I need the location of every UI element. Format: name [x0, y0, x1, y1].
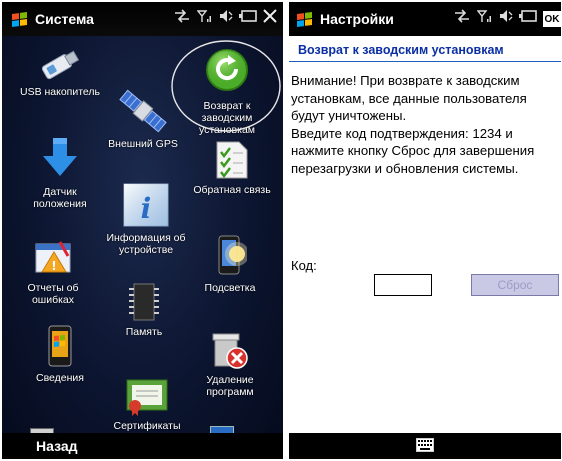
memory-chip-icon	[129, 283, 159, 321]
connectivity-icon[interactable]	[173, 9, 191, 23]
left-softkey-bar: Назад	[2, 433, 283, 459]
usb-drive-icon	[41, 50, 80, 80]
app-certificates[interactable]: Сертификаты	[102, 376, 192, 432]
about-phone-icon	[48, 325, 72, 367]
factory-reset-screen: Настройки OK Возврат к заводским установ…	[289, 2, 561, 459]
arrow-down-icon	[43, 138, 77, 176]
app-remove-programs[interactable]: Удаление программ	[190, 330, 270, 398]
checklist-icon	[216, 141, 248, 179]
ok-button[interactable]: OK	[543, 11, 561, 27]
satellite-icon	[119, 89, 167, 133]
page-header: Возврат к заводским установкам	[289, 38, 561, 62]
app-label: Информация об устройстве	[106, 232, 186, 256]
app-label: Сведения	[36, 372, 84, 384]
app-backlight[interactable]: Подсветка	[192, 234, 268, 294]
app-about[interactable]: Сведения	[22, 324, 98, 384]
app-label: Отчеты об ошибках	[27, 282, 79, 306]
svg-text:!: !	[51, 259, 56, 273]
remove-programs-icon	[212, 333, 248, 369]
info-icon: i	[123, 183, 169, 227]
app-orientation-sensor[interactable]: Датчик положения	[12, 136, 108, 210]
app-usb-storage[interactable]: USB накопитель	[12, 46, 108, 98]
app-label: Память	[125, 326, 163, 338]
app-label: Сертификаты	[113, 420, 181, 432]
volume-icon[interactable]	[499, 9, 513, 23]
right-window-title: Настройки	[320, 11, 394, 27]
windows-start-icon[interactable]	[297, 11, 312, 27]
right-softkey-bar	[289, 433, 561, 459]
warning-text: Внимание! При возврате к заводским устан…	[291, 73, 535, 176]
volume-icon[interactable]	[219, 9, 233, 23]
back-softkey[interactable]: Назад	[36, 438, 78, 454]
signal-strength-icon[interactable]	[197, 9, 213, 23]
certificate-icon	[126, 379, 168, 416]
signal-strength-icon[interactable]	[477, 9, 493, 23]
keyboard-icon[interactable]	[416, 438, 434, 452]
error-report-icon: !	[35, 241, 71, 273]
app-label: Датчик положения	[33, 186, 87, 210]
app-label: Удаление программ	[206, 374, 254, 398]
confirmation-code-input[interactable]	[374, 274, 432, 296]
app-label: Внешний GPS	[108, 138, 178, 150]
battery-icon[interactable]	[239, 10, 257, 22]
backlight-icon	[218, 235, 247, 275]
battery-icon[interactable]	[519, 10, 537, 22]
app-label: Подсветка	[204, 282, 256, 294]
selection-highlight	[171, 40, 281, 132]
code-label: Код:	[291, 258, 317, 273]
app-label: Обратная связь	[193, 184, 271, 196]
left-title-bar: Система	[2, 2, 283, 36]
app-memory[interactable]: Память	[106, 280, 182, 338]
right-title-bar: Настройки OK	[289, 2, 561, 36]
connectivity-icon[interactable]	[453, 9, 471, 23]
close-icon[interactable]	[263, 9, 277, 23]
windows-start-icon[interactable]	[12, 11, 27, 27]
app-error-reports[interactable]: ! Отчеты об ошибках	[14, 238, 92, 306]
left-window-title: Система	[35, 11, 94, 27]
app-external-gps[interactable]: Внешний GPS	[102, 86, 184, 150]
system-screen: Система USB накопитель Возврат к заводск…	[2, 2, 283, 459]
app-label: USB накопитель	[19, 86, 101, 98]
svg-text:i: i	[141, 192, 152, 225]
app-feedback[interactable]: Обратная связь	[186, 140, 278, 196]
right-status-icons	[453, 9, 537, 23]
reset-button[interactable]: Сброс	[471, 274, 559, 296]
app-device-info[interactable]: i Информация об устройстве	[98, 180, 194, 256]
left-status-icons	[173, 9, 277, 23]
